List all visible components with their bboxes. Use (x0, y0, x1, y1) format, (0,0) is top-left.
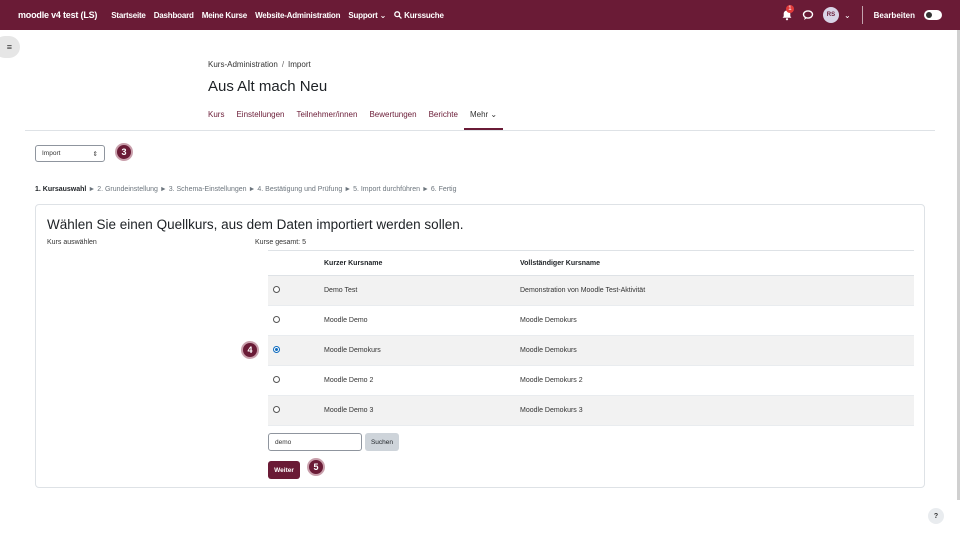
course-table: Kurzer Kursname Vollständiger Kursname D… (268, 250, 914, 426)
chevron-down-icon[interactable]: ⌄ (844, 11, 851, 20)
table-row[interactable]: Moodle Demokurs Moodle Demokurs (268, 336, 914, 366)
stage-6: 6. Fertig (430, 186, 457, 193)
tertiary-navigation-select[interactable]: Import ⇕ (35, 145, 105, 162)
stage-4: 4. Bestätigung und Prüfung (257, 186, 343, 193)
menu-icon: ≡ (6, 42, 12, 52)
stage-arrow-icon: ► (159, 186, 169, 193)
nav-my-courses[interactable]: Meine Kurse (202, 11, 248, 20)
stage-arrow-icon: ► (344, 186, 354, 193)
total-courses: Kurse gesamt: 5 (255, 239, 306, 246)
callout-badge-3: 3 (115, 143, 133, 161)
course-search-input[interactable]: demo (268, 433, 362, 451)
header-full-name: Vollständiger Kursname (520, 259, 601, 267)
import-progress-stages: 1. Kursauswahl ► 2. Grundeinstellung ► 3… (35, 186, 457, 193)
course-radio[interactable] (273, 376, 280, 383)
full-name-cell: Demonstration von Moodle Test-Aktivität (520, 287, 646, 294)
stage-arrow-icon: ► (88, 186, 98, 193)
callout-badge-5: 5 (307, 458, 325, 476)
course-index-toggle[interactable]: ≡ (0, 36, 20, 58)
stage-arrow-icon: ► (421, 186, 431, 193)
short-name-cell: Demo Test (324, 287, 358, 294)
table-row[interactable]: Moodle Demo 2 Moodle Demokurs 2 (268, 366, 914, 396)
avatar[interactable]: RS (822, 7, 839, 23)
site-brand[interactable]: moodle v4 test (LS) (18, 10, 97, 20)
tab-more[interactable]: Mehr ⌄ (463, 110, 504, 130)
short-name-cell: Moodle Demokurs (324, 347, 381, 354)
search-icon (394, 10, 403, 19)
full-name-cell: Moodle Demokurs 2 (520, 377, 583, 384)
header-short-name: Kurzer Kursname (324, 259, 383, 267)
select-arrows-icon: ⇕ (92, 150, 98, 158)
full-name-cell: Moodle Demokurs 3 (520, 407, 583, 414)
edit-mode-toggle[interactable] (924, 10, 942, 20)
next-button[interactable]: Weiter (268, 461, 300, 479)
table-header: Kurzer Kursname Vollständiger Kursname (268, 250, 914, 276)
radio-cell (268, 376, 324, 385)
breadcrumb-import: Import (288, 60, 311, 69)
breadcrumb-course-admin[interactable]: Kurs-Administration (208, 60, 278, 69)
table-row[interactable]: Demo Test Demonstration von Moodle Test-… (268, 276, 914, 306)
nav-site-admin[interactable]: Website-Administration (255, 11, 340, 20)
select-course-label: Kurs auswählen (47, 239, 97, 246)
user-menu-area: 1 RS ⌄ Bearbeiten (781, 5, 942, 24)
tab-settings[interactable]: Einstellungen (230, 110, 290, 130)
nav-course-search[interactable]: Kurssuche (394, 11, 444, 20)
course-radio[interactable] (273, 406, 280, 413)
short-name-cell: Moodle Demo (324, 317, 368, 324)
breadcrumb-separator: / (281, 60, 285, 69)
breadcrumb: Kurs-Administration / Import (208, 60, 311, 69)
notifications-bell[interactable]: 1 (781, 5, 794, 21)
course-radio[interactable] (273, 316, 280, 323)
edit-mode-label: Bearbeiten (873, 10, 915, 20)
course-secondary-navigation: Kurs Einstellungen Teilnehmer/innen Bewe… (208, 110, 504, 130)
nav-home[interactable]: Startseite (111, 11, 146, 20)
top-navbar: moodle v4 test (LS) Startseite Dashboard… (0, 0, 960, 30)
stage-current: 1. Kursauswahl (35, 186, 87, 193)
radio-cell (268, 286, 324, 295)
tab-reports[interactable]: Berichte (423, 110, 464, 130)
messages-icon[interactable] (802, 9, 814, 21)
header-divider (25, 130, 935, 131)
nav-dashboard[interactable]: Dashboard (154, 11, 194, 20)
short-name-cell: Moodle Demo 3 (324, 407, 374, 414)
course-selection-card: Wählen Sie einen Quellkurs, aus dem Date… (35, 204, 925, 488)
callout-badge-4: 4 (241, 341, 259, 359)
page-title: Aus Alt mach Neu (208, 78, 328, 95)
select-value: Import (42, 150, 61, 157)
stage-2: 2. Grundeinstellung (97, 186, 158, 193)
tab-course[interactable]: Kurs (208, 110, 230, 130)
card-heading: Wählen Sie einen Quellkurs, aus dem Date… (47, 217, 464, 232)
chevron-down-icon: ⌄ (379, 10, 387, 20)
course-search-label: Kurssuche (404, 10, 444, 20)
tab-more-label: Mehr (469, 110, 489, 119)
primary-navigation: Startseite Dashboard Meine Kurse Website… (111, 11, 444, 20)
radio-cell (268, 316, 324, 325)
radio-cell (268, 406, 324, 415)
full-name-cell: Moodle Demokurs (520, 317, 577, 324)
radio-cell (268, 346, 324, 355)
help-button[interactable]: ? (928, 508, 944, 524)
chevron-down-icon: ⌄ (490, 110, 498, 119)
nav-support[interactable]: Support ⌄ (348, 11, 386, 20)
navbar-divider (861, 6, 863, 24)
table-row[interactable]: Moodle Demo 3 Moodle Demokurs 3 (268, 396, 914, 426)
stage-5: 5. Import durchführen (353, 186, 420, 193)
course-radio-selected[interactable] (273, 346, 280, 353)
tab-participants[interactable]: Teilnehmer/innen (291, 110, 364, 130)
notification-count-badge: 1 (785, 5, 794, 13)
search-button[interactable]: Suchen (365, 433, 399, 451)
short-name-cell: Moodle Demo 2 (324, 377, 374, 384)
full-name-cell: Moodle Demokurs (520, 347, 577, 354)
tab-grades[interactable]: Bewertungen (363, 110, 422, 130)
nav-support-label: Support (348, 10, 378, 20)
stage-3: 3. Schema-Einstellungen (168, 186, 247, 193)
table-row[interactable]: Moodle Demo Moodle Demokurs (268, 306, 914, 336)
course-radio[interactable] (273, 286, 280, 293)
